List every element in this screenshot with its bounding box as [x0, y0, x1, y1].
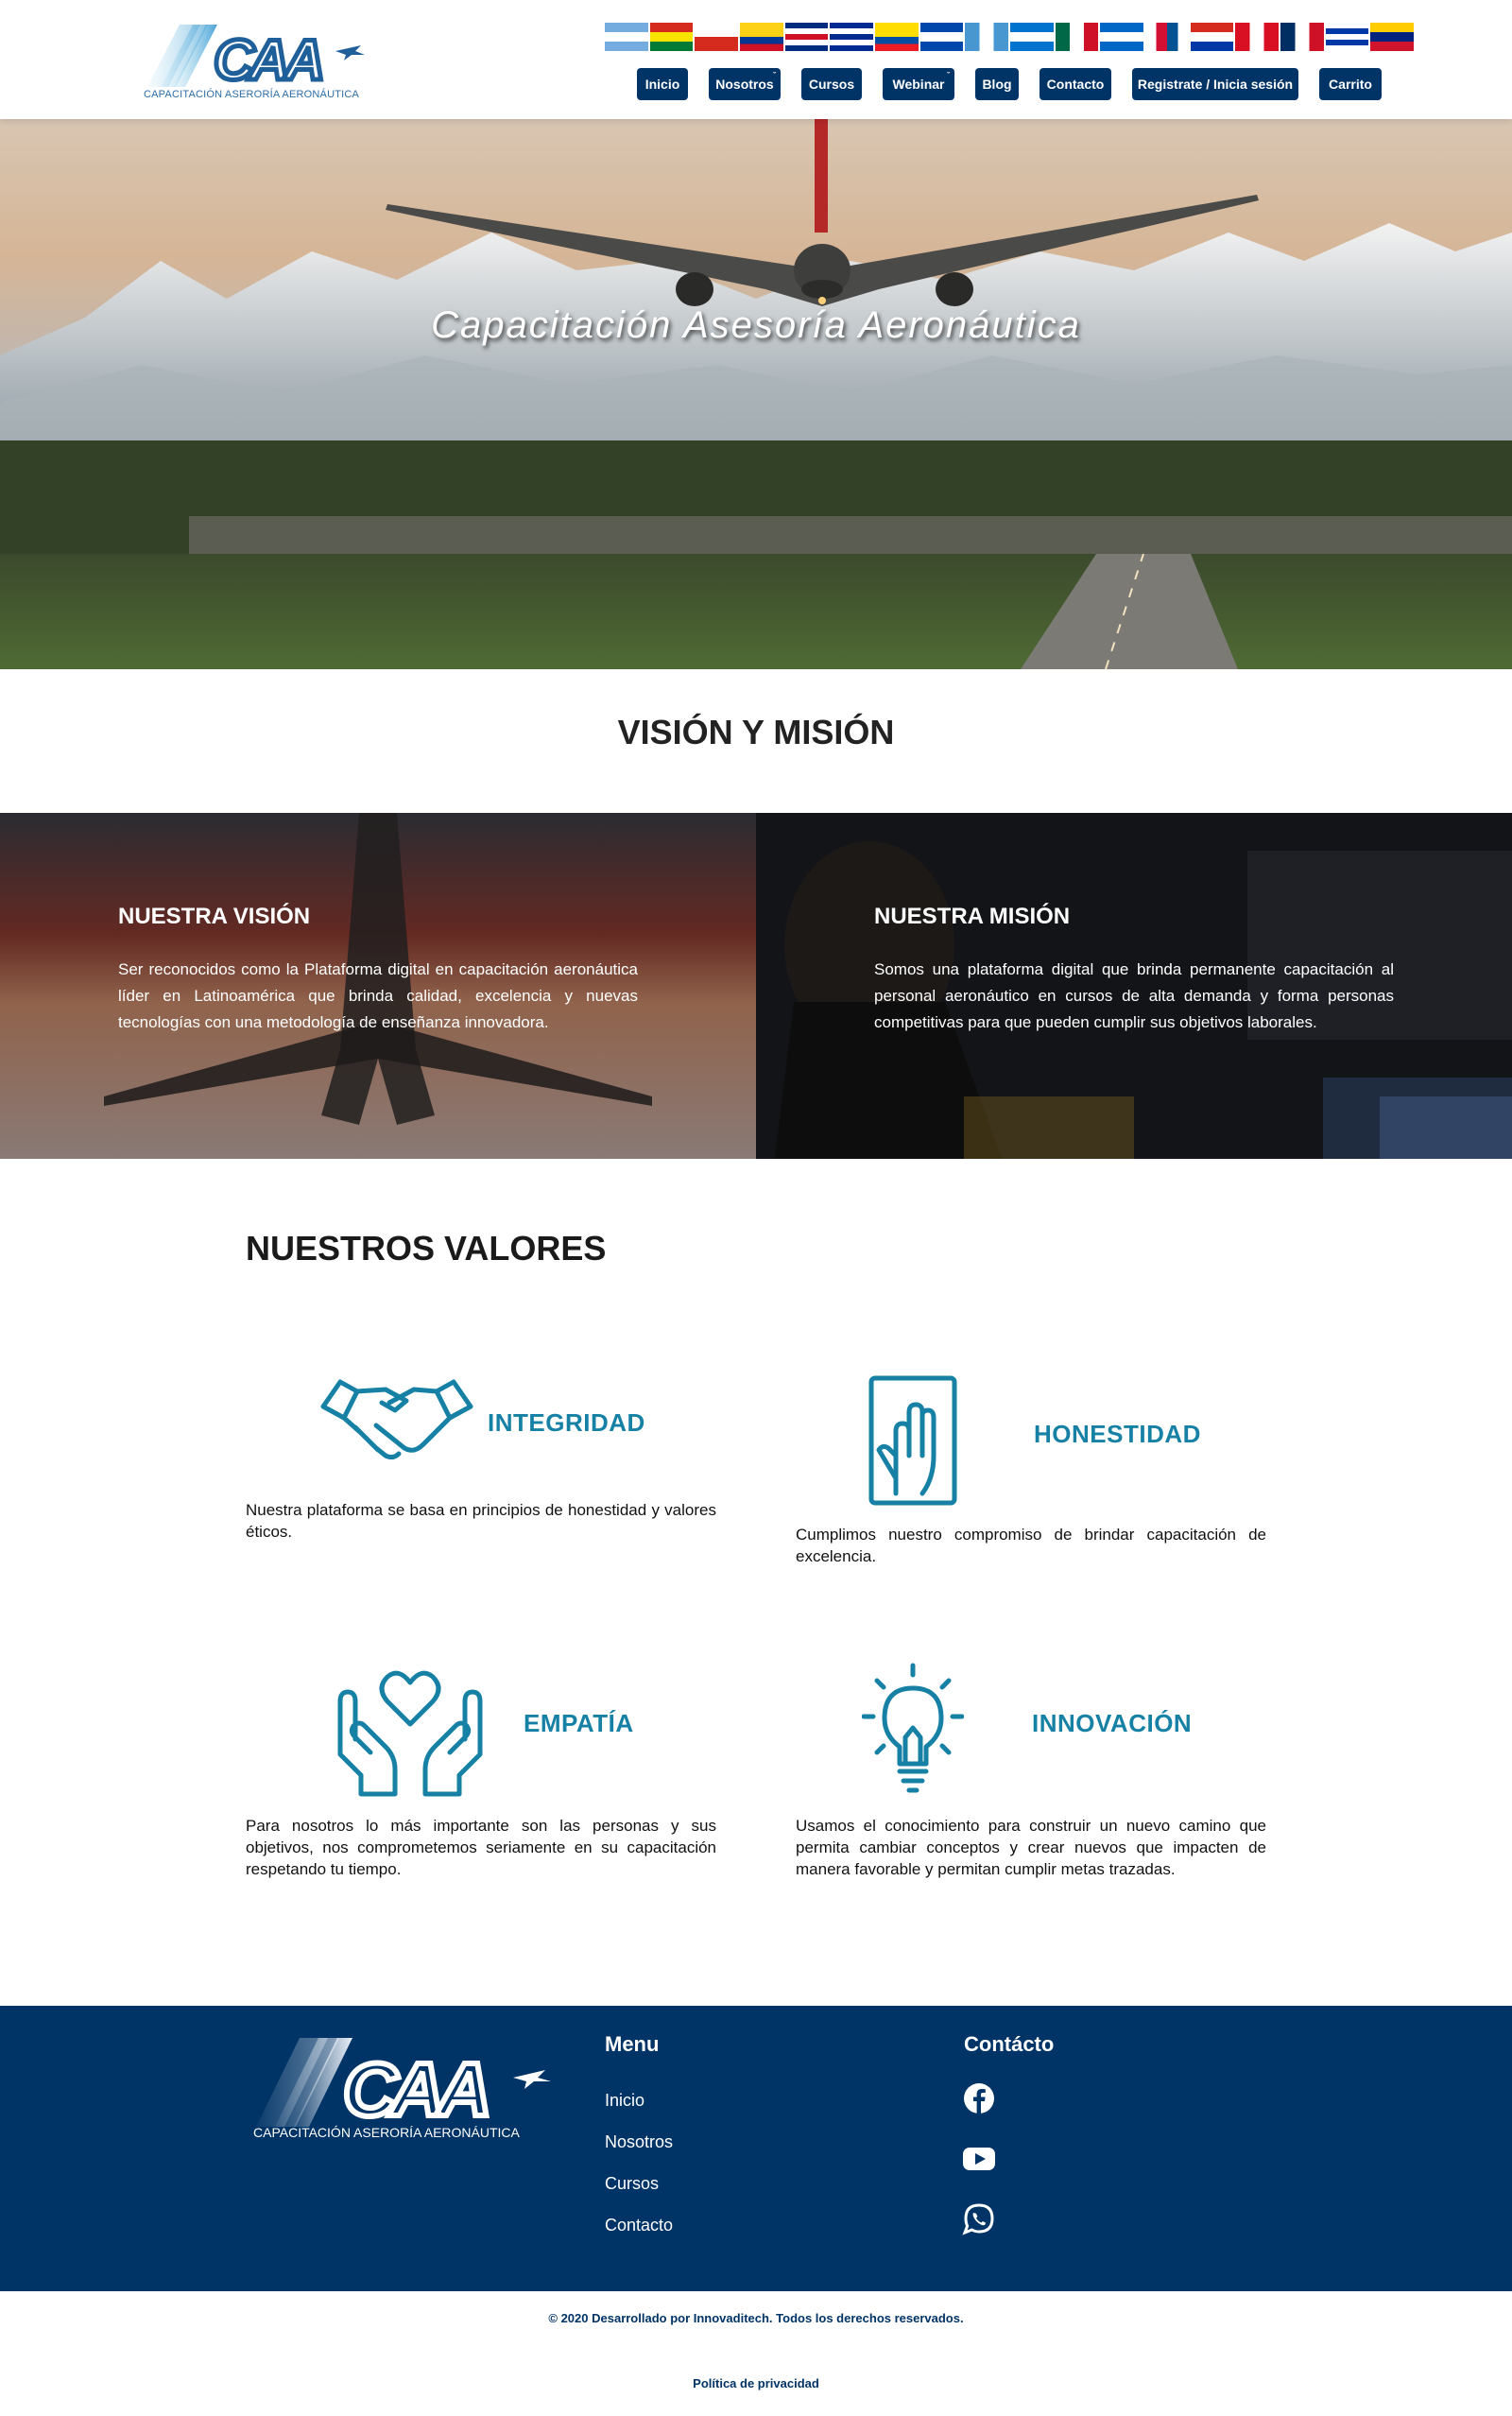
facebook-icon[interactable] [962, 2081, 996, 2115]
flag-cuba[interactable] [830, 23, 874, 51]
value-empatia-title: EMPATÍA [524, 1709, 634, 1737]
flag-uruguay[interactable] [1325, 23, 1369, 51]
site-footer: CAA CAPACITACIÓN ASERORÍA AERONÁUTICA Me… [0, 2006, 1512, 2291]
lightbulb-icon [862, 1663, 964, 1793]
hand-on-book-icon [868, 1375, 957, 1506]
youtube-icon[interactable] [962, 2142, 996, 2176]
nav-label: Nosotros [715, 77, 774, 92]
nav-contacto-button[interactable]: Contacto [1040, 68, 1111, 100]
nav-inicio-button[interactable]: Inicio [637, 68, 688, 100]
nav-label: Registrate / Inicia sesión [1137, 77, 1294, 92]
nav-label: Contacto [1046, 77, 1105, 92]
privacy-policy-link[interactable]: Política de privacidad [0, 2376, 1512, 2390]
footer-link-contacto[interactable]: Contacto [605, 2216, 673, 2235]
flag-colombia[interactable] [740, 23, 783, 51]
flag-panama[interactable] [1145, 23, 1189, 51]
value-honestidad-text: Cumplimos nuestro compromiso de brindar … [796, 1526, 1266, 1565]
nav-label: Cursos [808, 77, 855, 92]
hands-heart-icon [337, 1670, 483, 1797]
mision-title: NUESTRA MISIÓN [874, 904, 1071, 929]
hero-image [0, 119, 1512, 669]
svg-text:CAA: CAA [214, 28, 321, 92]
nav-carrito-button[interactable]: Carrito [1319, 68, 1382, 100]
mision-text: Somos una plataforma digital que brinda … [874, 960, 1394, 1031]
flag-nicaragua[interactable] [1100, 23, 1144, 51]
flag-chile[interactable] [695, 23, 739, 51]
value-empatia-text: Para nosotros lo más importante son las … [246, 1817, 716, 1878]
footer-link-nosotros[interactable]: Nosotros [605, 2132, 673, 2152]
footer-link-inicio[interactable]: Inicio [605, 2091, 644, 2111]
handshake-icon [320, 1379, 473, 1460]
value-honestidad-title: HONESTIDAD [1034, 1420, 1201, 1448]
logo-subtitle: CAPACITACIÓN ASERORÍA AERONÁUTICA [144, 89, 360, 100]
flag-honduras[interactable] [1010, 23, 1054, 51]
nav-cursos-button[interactable]: Cursos [801, 68, 862, 100]
whatsapp-icon[interactable] [962, 2202, 996, 2236]
values-heading: NUESTROS VALORES [246, 1229, 607, 1268]
nav-registrate-inicia-sesi-n-button[interactable]: Registrate / Inicia sesión [1132, 68, 1298, 100]
site-header: CAA CAPACITACIÓN ASERORÍA AERONÁUTICA In… [0, 0, 1512, 119]
flag-guatemala[interactable] [965, 23, 1009, 51]
svg-text:CAA: CAA [343, 2047, 487, 2131]
flag-peru[interactable] [1235, 23, 1280, 51]
flag-argentina[interactable] [605, 23, 648, 51]
nav-label: Webinar [892, 77, 945, 92]
value-integridad-text: Nuestra plataforma se basa en principios… [246, 1501, 716, 1541]
country-flags [605, 23, 1415, 53]
value-integridad-title: INTEGRIDAD [488, 1408, 645, 1437]
value-innovacion-text: Usamos el conocimiento para construir un… [796, 1817, 1266, 1878]
chevron-down-icon: ˇ [947, 71, 950, 80]
footer-logo-subtitle: CAPACITACIÓN ASERORÍA AERONÁUTICA [253, 2125, 520, 2140]
flag-costa-rica[interactable] [784, 23, 829, 51]
footer-contact-heading: Contácto [964, 2032, 1055, 2056]
flag-paraguay[interactable] [1190, 23, 1234, 51]
copyright-text: © 2020 Desarrollado por Innovaditech. To… [548, 2311, 964, 2325]
nav-webinar-button[interactable]: Webinar ˇ [883, 68, 954, 100]
flag-ecuador[interactable] [875, 23, 919, 51]
nav-blog-button[interactable]: Blog [975, 68, 1019, 100]
footer-menu-heading: Menu [605, 2032, 660, 2056]
mision-panel: NUESTRA MISIÓN Somos una plataforma digi… [756, 813, 1512, 1159]
hero-banner: Capacitación Asesoría Aeronáutica [0, 119, 1512, 669]
nav-label: Carrito [1329, 77, 1372, 92]
vision-panel: NUESTRA VISIÓN Ser reconocidos como la P… [0, 813, 756, 1159]
flag-bolivia[interactable] [649, 23, 694, 51]
vision-mision-heading: VISIÓN Y MISIÓN [617, 713, 895, 751]
vision-title: NUESTRA VISIÓN [118, 904, 311, 929]
hero-title: Capacitación Asesoría Aeronáutica [431, 304, 1081, 346]
vision-text: Ser reconocidos como la Plataforma digit… [118, 960, 638, 1031]
flag-venezuela[interactable] [1370, 23, 1415, 51]
flag-dominican-republic[interactable] [1280, 23, 1324, 51]
flag-el-salvador[interactable] [919, 23, 964, 51]
chevron-down-icon: ˇ [773, 71, 776, 80]
value-innovacion-title: INNOVACIÓN [1032, 1709, 1193, 1737]
flag-mexico[interactable] [1055, 23, 1099, 51]
nav-label: Inicio [644, 77, 680, 92]
footer-link-cursos[interactable]: Cursos [605, 2174, 659, 2194]
nav-nosotros-button[interactable]: Nosotros ˇ [709, 68, 781, 100]
nav-label: Blog [982, 77, 1012, 92]
